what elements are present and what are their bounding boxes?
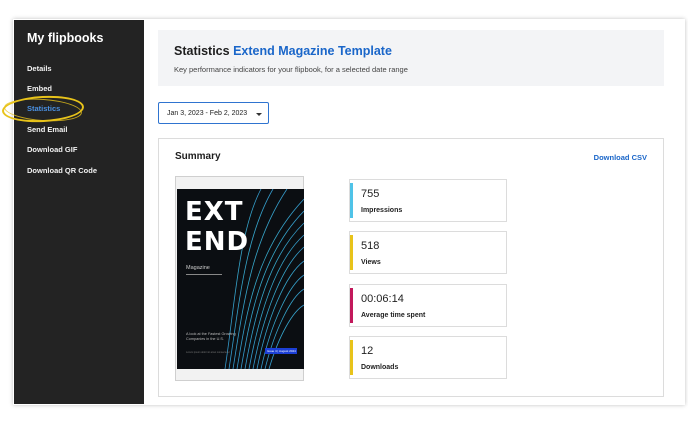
- cover-tagline: A look at the Fastest Growing Companies …: [186, 332, 236, 341]
- kpi-label: Downloads: [361, 364, 399, 371]
- sidebar-item-details[interactable]: Details: [27, 64, 52, 73]
- kpi-accent-bar: [350, 340, 353, 375]
- sidebar-item-embed[interactable]: Embed: [27, 84, 52, 93]
- summary-title: Summary: [175, 151, 221, 162]
- kpi-card-impressions: 755 Impressions: [349, 179, 507, 222]
- cover-title-line1: EXT: [185, 197, 244, 227]
- cover-issue-badge: Issue 4 | August 2024: [265, 348, 297, 354]
- sidebar-item-download-gif[interactable]: Download GIF: [27, 145, 77, 154]
- kpi-value: 518: [361, 240, 380, 252]
- kpi-value: 12: [361, 345, 374, 357]
- page-title-prefix: Statistics: [174, 44, 230, 58]
- page-title: Statistics Extend Magazine Template: [174, 44, 392, 58]
- cover-small-text: Lorem ipsum dolor sit amet consectetur: [186, 351, 230, 354]
- chevron-down-icon: [256, 113, 262, 116]
- cover-title-line2: END: [185, 227, 250, 257]
- kpi-label: Views: [361, 259, 381, 266]
- kpi-card-downloads: 12 Downloads: [349, 336, 507, 379]
- kpi-label: Average time spent: [361, 312, 426, 319]
- date-range-select[interactable]: Jan 3, 2023 - Feb 2, 2023: [158, 102, 269, 124]
- kpi-label: Impressions: [361, 207, 403, 214]
- sidebar-item-send-email[interactable]: Send Email: [27, 125, 67, 134]
- stats-header: Statistics Extend Magazine Template Key …: [158, 30, 664, 86]
- kpi-card-average-time: 00:06:14 Average time spent: [349, 284, 507, 327]
- flipbook-name: Extend Magazine Template: [233, 44, 392, 58]
- summary-panel: Summary Download CSV EXT END Magazine A …: [158, 138, 664, 397]
- sidebar-item-download-qr-code[interactable]: Download QR Code: [27, 166, 97, 175]
- date-range-value: Jan 3, 2023 - Feb 2, 2023: [167, 110, 248, 117]
- cover-divider: [186, 274, 222, 275]
- kpi-value: 755: [361, 188, 380, 200]
- sidebar: My flipbooks Details Embed Statistics Se…: [14, 20, 144, 404]
- kpi-accent-bar: [350, 288, 353, 323]
- kpi-accent-bar: [350, 183, 353, 218]
- sidebar-title: My flipbooks: [27, 31, 104, 45]
- magazine-cover: EXT END Magazine A look at the Fastest G…: [177, 189, 304, 369]
- kpi-accent-bar: [350, 235, 353, 270]
- kpi-value: 00:06:14: [361, 293, 404, 305]
- page-subtitle: Key performance indicators for your flip…: [174, 65, 408, 74]
- flipbook-cover-thumbnail[interactable]: EXT END Magazine A look at the Fastest G…: [175, 176, 304, 381]
- kpi-card-views: 518 Views: [349, 231, 507, 274]
- cover-subtitle: Magazine: [186, 265, 210, 271]
- download-csv-link[interactable]: Download CSV: [594, 153, 647, 162]
